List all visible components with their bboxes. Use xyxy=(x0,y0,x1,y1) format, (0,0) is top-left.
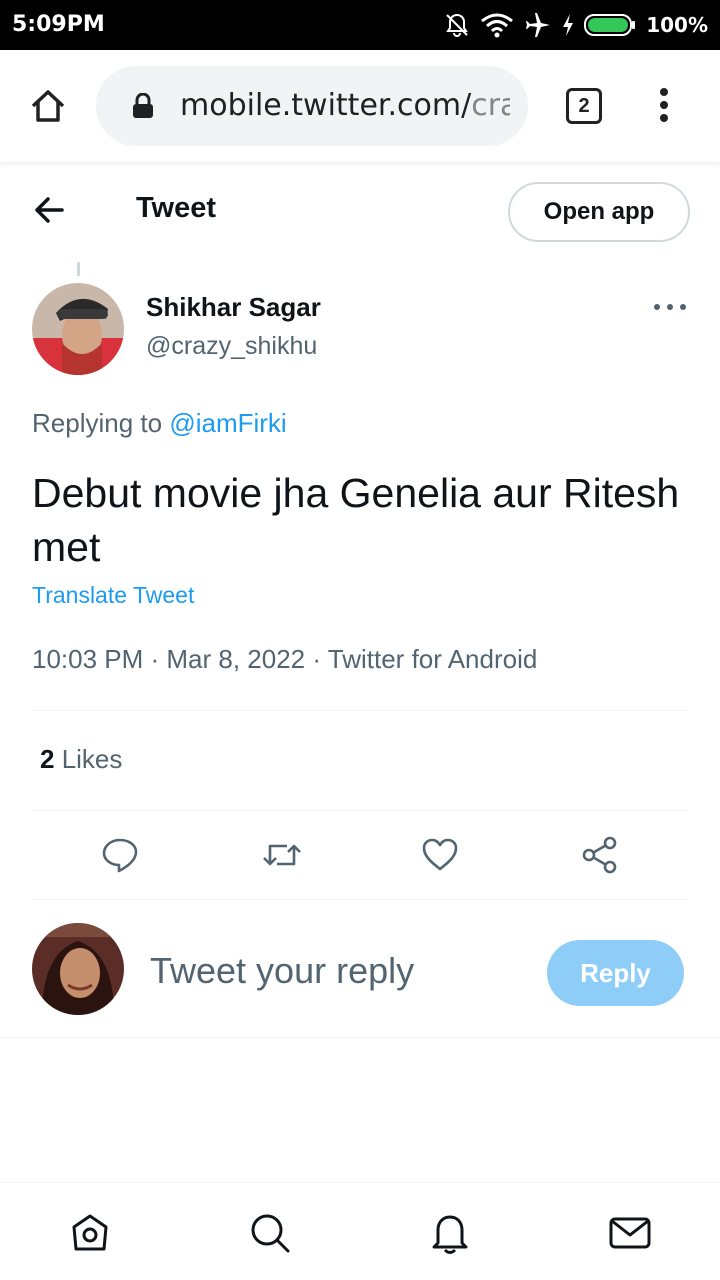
status-time: 5:09PM xyxy=(12,12,105,37)
reply-action-button[interactable] xyxy=(101,836,139,874)
likes-stat[interactable]: 2 Likes xyxy=(40,744,122,775)
home-icon xyxy=(31,90,65,122)
more-dot-icon xyxy=(680,304,686,310)
divider xyxy=(32,899,688,900)
retweet-action-button[interactable] xyxy=(261,836,301,874)
current-user-avatar[interactable] xyxy=(32,923,124,1015)
retweet-icon xyxy=(263,844,301,866)
replying-prefix: Replying to xyxy=(32,408,170,438)
url-path: crazy_shikhu xyxy=(471,88,510,123)
airplane-icon xyxy=(526,13,551,37)
translate-tweet-link[interactable]: Translate Tweet xyxy=(32,582,194,609)
avatar-image-icon xyxy=(32,923,124,1015)
nav-notifications-button[interactable] xyxy=(428,1211,472,1255)
share-icon xyxy=(582,836,617,874)
charging-icon xyxy=(563,14,574,36)
back-arrow-icon xyxy=(35,197,64,223)
nav-messages-button[interactable] xyxy=(608,1211,652,1255)
replying-mention-link[interactable]: @iamFirki xyxy=(169,408,286,438)
avatar-image-icon xyxy=(32,283,124,375)
battery-percent: 100% xyxy=(646,13,708,37)
status-icons: 100% xyxy=(444,10,708,40)
more-dot-icon xyxy=(667,304,673,310)
bottom-navigation xyxy=(0,1182,720,1280)
bell-icon xyxy=(432,1215,468,1254)
likes-count: 2 xyxy=(40,744,55,774)
reply-button[interactable]: Reply xyxy=(547,940,684,1006)
browser-toolbar: mobile.twitter.com/crazy_shikhu 2 xyxy=(0,50,720,162)
author-handle[interactable]: @crazy_shikhu xyxy=(146,332,317,361)
url-text: mobile.twitter.com/crazy_shikhu xyxy=(180,88,510,123)
share-action-button[interactable] xyxy=(581,836,619,874)
mute-icon xyxy=(446,13,469,38)
divider xyxy=(0,1037,720,1038)
battery-icon xyxy=(584,14,636,36)
author-avatar[interactable] xyxy=(32,283,124,375)
thread-connector xyxy=(77,262,80,276)
more-dot-icon xyxy=(654,304,660,310)
back-button[interactable] xyxy=(32,194,68,226)
search-icon xyxy=(251,1214,290,1253)
replying-to: Replying to @iamFirki xyxy=(32,408,287,439)
tweet-actions xyxy=(32,822,688,888)
url-host: mobile.twitter.com/ xyxy=(180,88,472,123)
tweet-meta: 10:03 PM · Mar 8, 2022 · Twitter for And… xyxy=(32,644,538,674)
browser-home-button[interactable] xyxy=(28,86,68,126)
likes-label: Likes xyxy=(54,744,123,774)
tweet-header: Tweet Open app xyxy=(0,162,720,258)
divider xyxy=(32,710,688,711)
wifi-icon xyxy=(481,13,514,38)
divider xyxy=(32,810,688,811)
tweet-text: Debut movie jha Genelia aur Ritesh met xyxy=(32,470,680,570)
menu-dot-icon xyxy=(660,114,668,122)
url-bar[interactable]: mobile.twitter.com/crazy_shikhu xyxy=(96,66,528,146)
page-title: Tweet xyxy=(136,192,217,224)
tab-switcher-button[interactable]: 2 xyxy=(566,88,602,124)
more-options-button[interactable] xyxy=(654,304,686,314)
menu-dot-icon xyxy=(660,101,668,109)
browser-menu-button[interactable] xyxy=(656,88,672,124)
heart-icon xyxy=(422,838,458,871)
nav-search-button[interactable] xyxy=(248,1211,292,1255)
author-name[interactable]: Shikhar Sagar xyxy=(146,292,321,323)
lock-icon xyxy=(133,93,153,118)
menu-dot-icon xyxy=(660,88,668,96)
mail-icon xyxy=(609,1217,651,1249)
like-action-button[interactable] xyxy=(421,836,459,874)
reply-input[interactable]: Tweet your reply xyxy=(150,950,414,992)
status-bar: 5:09PM 100% xyxy=(0,0,720,50)
open-app-button[interactable]: Open app xyxy=(508,182,690,242)
nav-home-button[interactable] xyxy=(68,1211,112,1255)
comment-icon xyxy=(102,838,138,873)
home-icon xyxy=(72,1214,108,1251)
